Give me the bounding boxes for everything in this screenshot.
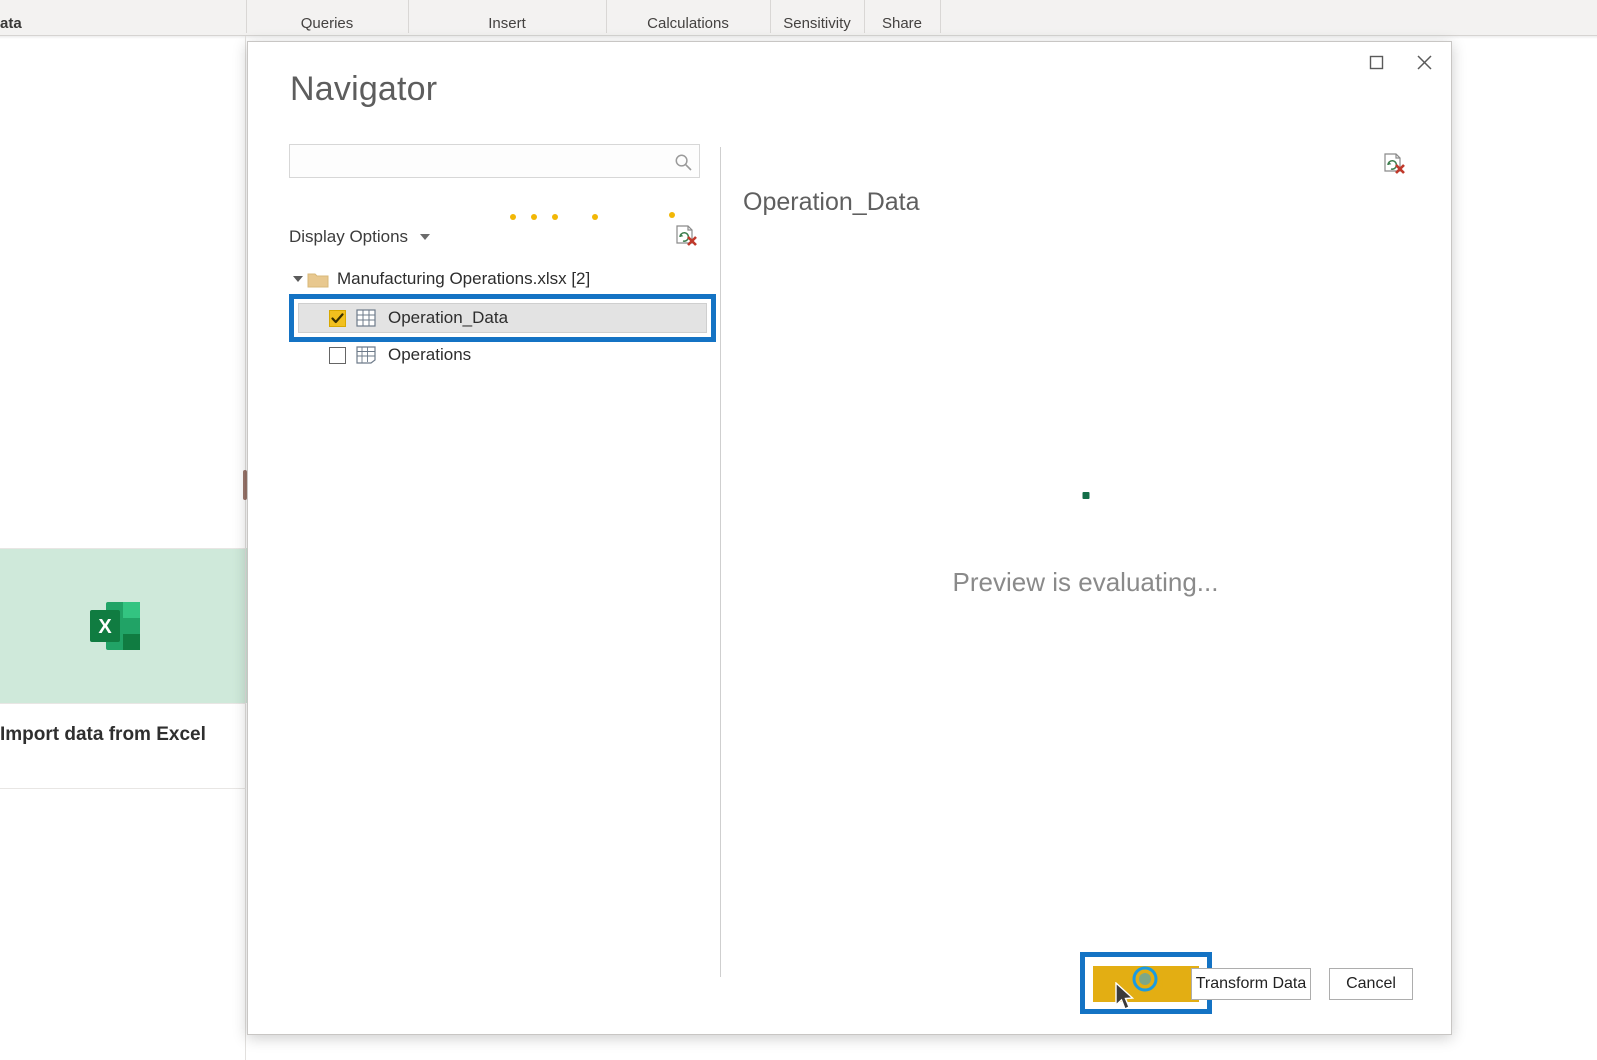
display-options-dropdown[interactable]: Display Options: [289, 227, 431, 247]
mouse-cursor: [1114, 981, 1136, 1014]
screen-root: ata Queries Insert Calculations Sensitivity…: [0, 0, 1597, 1060]
tree-root-node[interactable]: Manufacturing Operations.xlsx [2]: [289, 264, 719, 294]
cancel-button[interactable]: Cancel: [1329, 968, 1413, 1000]
tree-root-label: Manufacturing Operations.xlsx [2]: [337, 269, 591, 288]
ribbon-shadow: [0, 36, 1597, 39]
search-input[interactable]: [290, 145, 664, 177]
preview-pane: Preview is evaluating...: [720, 147, 1451, 929]
loading-dots: [248, 42, 1453, 220]
chevron-down-icon[interactable]: [420, 234, 431, 240]
ribbon-separator: [940, 0, 941, 33]
table-icon: [356, 309, 376, 327]
loading-dot: [592, 214, 598, 220]
excel-icon: X: [88, 600, 146, 652]
dialog-footer: Load Transform Data Cancel: [248, 938, 1451, 1034]
preview-status-message: Preview is evaluating...: [952, 567, 1219, 597]
tree-item-label-operation-data: Operation_Data: [388, 308, 509, 327]
ribbon-group-share[interactable]: Share: [864, 0, 940, 35]
tree-item-operation-data[interactable]: Operation_Data: [289, 296, 716, 340]
ribbon-left-partial-label: ata: [0, 15, 22, 32]
ribbon-group-sensitivity[interactable]: Sensitivity: [770, 0, 864, 35]
loading-dot: [531, 214, 537, 220]
background-divider-mid: [0, 703, 246, 704]
refresh-cancel-icon[interactable]: [671, 222, 701, 252]
loading-dot: [669, 212, 675, 218]
search-icon[interactable]: [671, 150, 695, 174]
display-options-label: Display Options: [289, 227, 409, 246]
triangle-expanded-icon[interactable]: [289, 276, 307, 282]
import-from-excel-card[interactable]: X Import data from Excel: [0, 548, 250, 788]
background-divider-top: [0, 548, 246, 549]
background-divider-bottom: [0, 788, 246, 789]
card-caption: Import data from Excel: [0, 724, 206, 745]
tree-item-operations[interactable]: Operations: [289, 340, 716, 370]
checkbox-operation-data[interactable]: [329, 309, 346, 327]
object-tree: Manufacturing Operations.xlsx [2]: [289, 264, 719, 294]
svg-text:X: X: [98, 616, 112, 638]
sheet-icon: [356, 346, 376, 364]
ribbon-group-queries[interactable]: Queries: [246, 0, 408, 35]
tree-item-label-operations: Operations: [388, 345, 472, 364]
app-ribbon: ata Queries Insert Calculations Sensitivity…: [0, 0, 1597, 36]
folder-icon: [307, 271, 329, 288]
transform-data-button[interactable]: Transform Data: [1191, 968, 1311, 1000]
ribbon-group-insert[interactable]: Insert: [408, 0, 606, 35]
page-title: Navigator: [290, 70, 438, 108]
loading-spinner-icon: [1082, 492, 1089, 499]
search-box[interactable]: [289, 144, 700, 178]
checkbox-operations[interactable]: [329, 346, 346, 364]
loading-dot: [510, 214, 516, 220]
ribbon-group-calculations[interactable]: Calculations: [606, 0, 770, 35]
navigator-dialog: Navigator Display Options Manufacturing …: [247, 41, 1452, 1035]
loading-dot: [552, 214, 558, 220]
card-thumbnail: X: [0, 548, 250, 703]
